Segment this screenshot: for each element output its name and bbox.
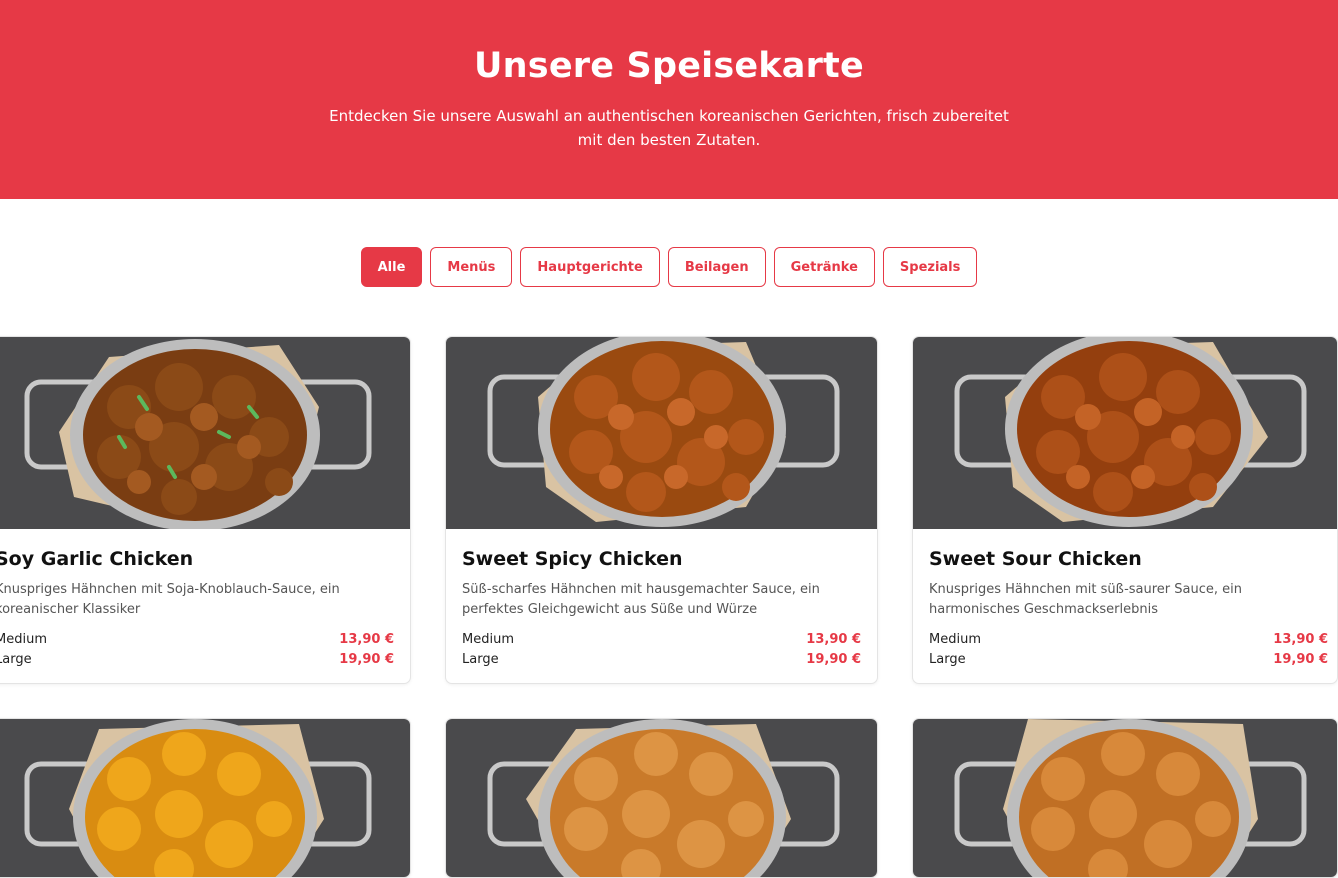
dish-image [913,337,1337,529]
menu-card[interactable]: Soy Garlic Chicken Knuspriges Hähnchen m… [0,336,411,684]
price-value: 19,90 € [339,651,394,667]
size-label: Medium [462,631,514,647]
dish-image [446,337,877,529]
price-row-large: Large 19,90 € [929,649,1328,669]
price-value: 13,90 € [339,631,394,647]
price-value: 13,90 € [806,631,861,647]
dish-image [913,719,1337,877]
size-label: Large [0,651,32,667]
dish-title: Sweet Sour Chicken [929,548,1142,570]
dish-description: Süß-scharfes Hähnchen mit hausgemachter … [462,582,820,617]
dish-description: Knuspriges Hähnchen mit Soja-Knoblauch-S… [0,582,340,617]
filter-all-button[interactable]: Alle [360,247,423,287]
price-row-large: Large 19,90 € [462,649,861,669]
price-row-large: Large 19,90 € [0,649,394,669]
menu-card[interactable] [0,718,411,878]
hero-banner: Unsere Speisekarte Entdecken Sie unsere … [0,0,1338,199]
menu-card[interactable] [445,718,878,878]
price-row-medium: Medium 13,90 € [929,629,1328,649]
dish-title: Soy Garlic Chicken [0,548,194,570]
filter-main-dishes-button[interactable]: Hauptgerichte [520,247,660,287]
filter-specials-button[interactable]: Spezials [882,247,978,287]
price-value: 19,90 € [1273,651,1328,667]
filter-drinks-button[interactable]: Getränke [773,247,875,287]
dish-title: Sweet Spicy Chicken [462,548,683,570]
category-filter-bar: Alle Menüs Hauptgerichte Beilagen Geträn… [0,247,1338,287]
filter-sides-button[interactable]: Beilagen [667,247,766,287]
dish-description: Knuspriges Hähnchen mit süß-saurer Sauce… [929,582,1242,617]
size-label: Medium [0,631,47,647]
dish-image [0,337,410,529]
price-value: 13,90 € [1273,631,1328,647]
price-value: 19,90 € [806,651,861,667]
menu-card[interactable] [912,718,1338,878]
menu-card[interactable]: Sweet Sour Chicken Knuspriges Hähnchen m… [912,336,1338,684]
price-row-medium: Medium 13,90 € [0,629,394,649]
size-label: Large [462,651,499,667]
page-title: Unsere Speisekarte [474,46,864,86]
filter-menus-button[interactable]: Menüs [430,247,513,287]
size-label: Large [929,651,966,667]
price-row-medium: Medium 13,90 € [462,629,861,649]
page-subtitle: Entdecken Sie unsere Auswahl an authenti… [329,107,1009,149]
dish-image [446,719,877,877]
menu-card[interactable]: Sweet Spicy Chicken Süß-scharfes Hähnche… [445,336,878,684]
size-label: Medium [929,631,981,647]
dish-image [0,719,410,877]
